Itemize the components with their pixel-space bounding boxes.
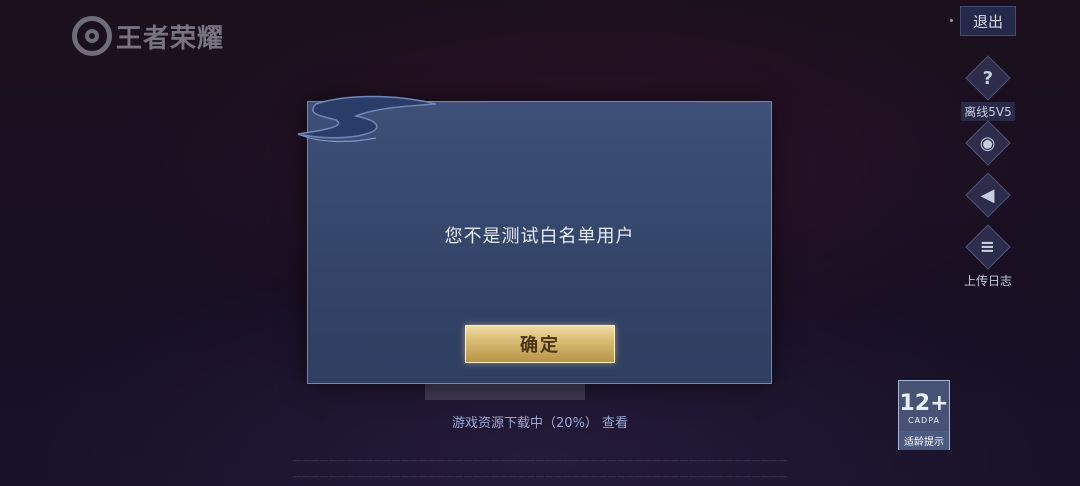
download-status-text: 游戏资源下载中（20%） xyxy=(452,416,598,431)
dialog-swirl-ornament xyxy=(297,95,437,143)
logo-text: 王者荣耀 xyxy=(116,23,225,54)
speaker-icon: ◀ xyxy=(981,184,995,206)
age-rating-badge[interactable]: 12+ CADPA 适龄提示 xyxy=(898,380,950,450)
view-link[interactable]: 查看 xyxy=(602,416,628,431)
gamepad-button[interactable]: ◉ xyxy=(965,120,1011,166)
age-rating-org: CADPA xyxy=(907,416,940,425)
logo-emblem-icon xyxy=(72,16,112,56)
question-icon: ? xyxy=(982,67,994,89)
offline-5v5-label[interactable]: 离线5V5 xyxy=(961,102,1015,121)
gamepad-icon: ◉ xyxy=(980,132,996,154)
sound-button[interactable]: ◀ xyxy=(965,172,1011,218)
status-dot xyxy=(950,19,953,22)
age-rating-label: 适龄提示 xyxy=(899,431,949,450)
alert-dialog: 您不是测试白名单用户 确定 xyxy=(297,95,772,384)
underlying-panel xyxy=(425,384,585,400)
age-rating-value: 12+ xyxy=(899,391,949,416)
confirm-button[interactable]: 确定 xyxy=(465,325,615,363)
side-menu: ? 离线5V5 ◉ ◀ ≡ 上传日志 xyxy=(960,55,1016,290)
exit-button[interactable]: 退出 xyxy=(960,6,1016,36)
upload-log-button[interactable]: ≡ xyxy=(965,224,1011,270)
footer-legal-text: ————————————————————————————————————————… xyxy=(292,456,788,466)
dialog-message: 您不是测试白名单用户 xyxy=(444,226,635,247)
clipboard-icon: ≡ xyxy=(980,236,996,258)
help-button[interactable]: ? xyxy=(965,55,1011,101)
upload-log-label[interactable]: 上传日志 xyxy=(961,271,1015,290)
game-logo: 王者荣耀 xyxy=(72,16,224,56)
footer-legal-text-2: ————————————————————————————————————————… xyxy=(292,472,788,482)
